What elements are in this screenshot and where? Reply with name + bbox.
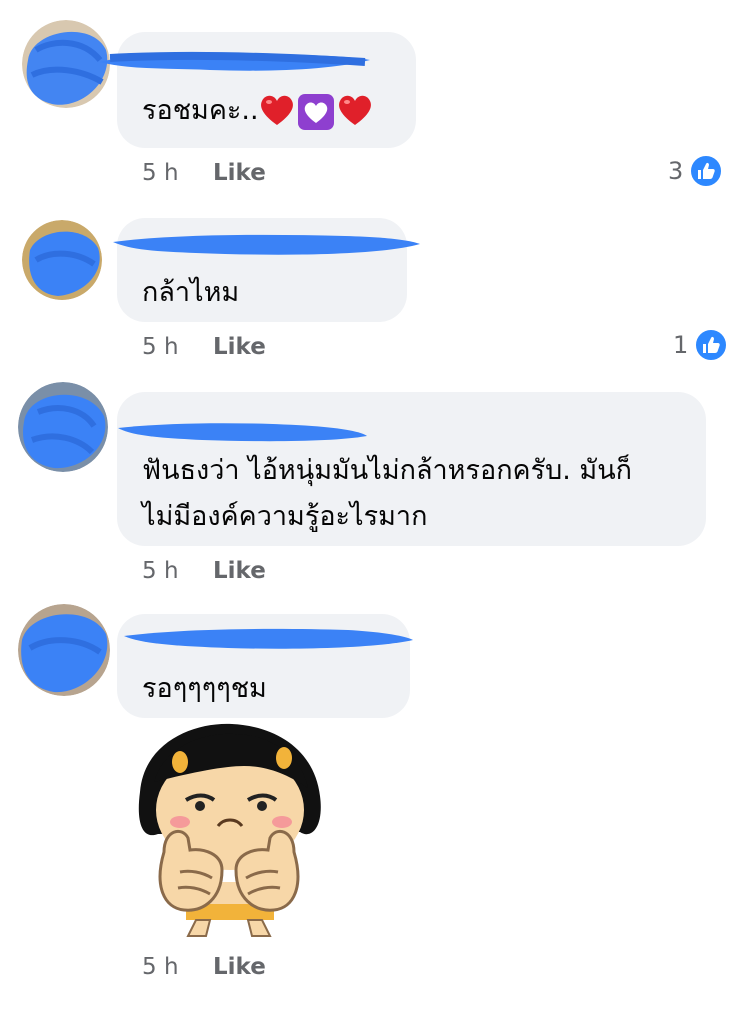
comment-text: กล้าไหม [142,277,240,308]
thumbs-up-girl-sticker[interactable] [124,722,334,944]
avatar-redacted[interactable] [22,220,102,300]
avatar-redacted[interactable] [18,604,110,696]
like-button[interactable]: Like [213,334,266,360]
emoji-group [259,93,373,131]
comment-text: รอๆๆๆๆชม [142,673,267,704]
thumbs-up-icon [694,328,729,362]
thumbs-up-icon [689,154,724,188]
reaction-count: 3 [668,157,684,185]
red-heart-icon [260,95,293,125]
redacted-name-scribble [118,423,367,442]
redacted-name-scribble [113,234,420,255]
avatar-redacted[interactable] [18,382,108,472]
like-button[interactable]: Like [213,558,266,584]
red-heart-icon [338,95,371,125]
comment-text-line-2: ไม่มีองค์ความรู้อะไรมาก [142,501,428,532]
redacted-name-scribble [100,51,370,71]
comment-text: รอชมคะ.. [142,88,373,134]
timestamp[interactable]: 5 h [142,954,179,980]
comment-meta: 5 h Like [0,954,750,984]
reaction-summary[interactable]: 1 [673,328,729,362]
heart-decoration-icon [297,93,334,130]
timestamp[interactable]: 5 h [142,160,179,186]
timestamp[interactable]: 5 h [142,334,179,360]
timestamp[interactable]: 5 h [142,558,179,584]
like-button[interactable]: Like [213,954,266,980]
comment-text-line-1: ฟันธงว่า ไอ้หนุ่มมันไม่กล้าหรอกครับ. มัน… [142,455,633,486]
reaction-count: 1 [673,331,689,359]
comment-meta: 5 h Like [0,160,750,190]
redacted-name-scribble [124,628,413,649]
comment-2: กล้าไหม 5 h Like 1 [0,200,750,380]
like-button[interactable]: Like [213,160,266,186]
comment-meta: 5 h Like [0,334,750,364]
comment-3: ฟันธงว่า ไอ้หนุ่มมันไม่กล้าหรอกครับ. มัน… [0,376,750,600]
comment-4: รอๆๆๆๆชม 5 h Like [0,596,750,1009]
reaction-summary[interactable]: 3 [668,154,724,188]
comment-meta: 5 h Like [0,558,750,588]
comment-1: รอชมคะ.. 5 h Like 3 [0,0,750,200]
